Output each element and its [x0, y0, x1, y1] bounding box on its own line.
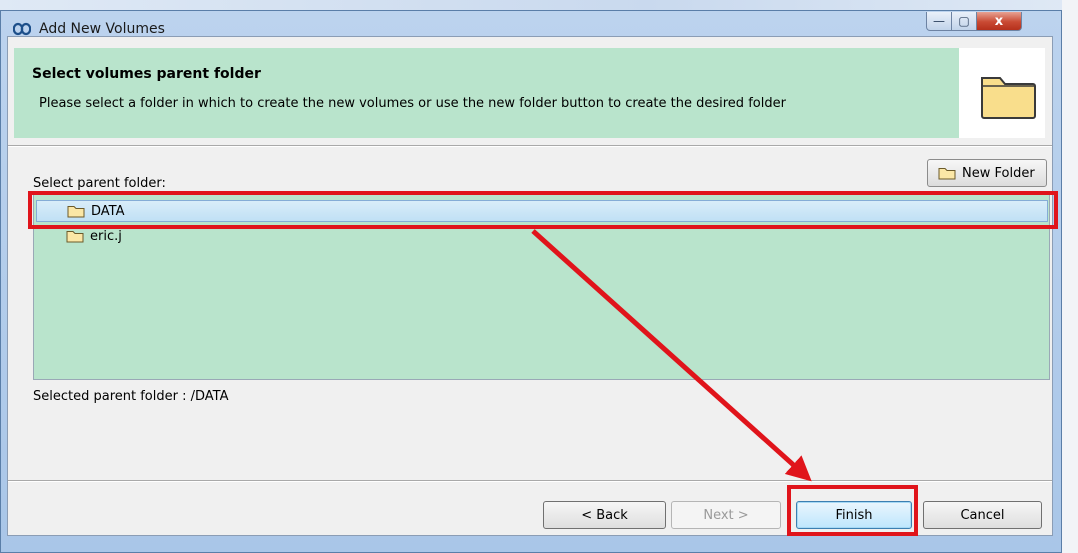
annotation-arrow	[531, 229, 812, 482]
annotation-overlay	[28, 191, 1058, 536]
highlight-box-finish	[787, 485, 918, 536]
highlight-box-data-row	[28, 191, 1058, 229]
